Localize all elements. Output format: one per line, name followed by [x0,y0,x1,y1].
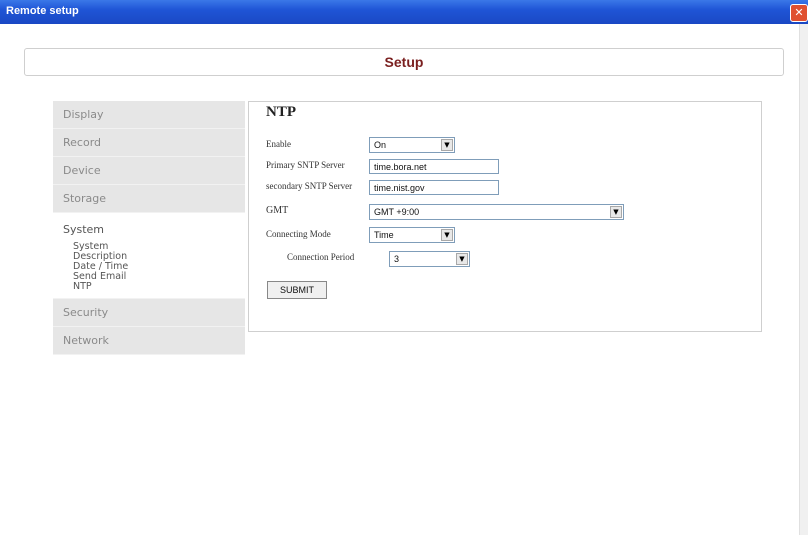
ntp-panel: NTP Enable On ▼ Primary SNTP Server time… [248,101,762,332]
vertical-scrollbar[interactable] [799,24,808,535]
primary-sntp-input[interactable]: time.bora.net [369,159,499,174]
page-title: Setup [384,54,424,70]
connecting-mode-select[interactable]: Time ▼ [369,227,455,243]
enable-select[interactable]: On ▼ [369,137,455,153]
secondary-sntp-input[interactable]: time.nist.gov [369,180,499,195]
chevron-down-icon: ▼ [456,253,468,265]
sidebar-item-network[interactable]: Network [53,327,245,355]
sidebar-item-security[interactable]: Security [53,299,245,327]
secondary-sntp-label: secondary SNTP Server [266,181,353,191]
sidebar-item-system[interactable]: System [63,223,245,236]
sidebar-item-display[interactable]: Display [53,101,245,129]
primary-sntp-label: Primary SNTP Server [266,160,345,170]
connection-period-value: 3 [394,254,400,264]
connection-period-label: Connection Period [287,252,355,262]
chevron-down-icon: ▼ [441,139,453,151]
connecting-mode-value: Time [374,230,394,240]
gmt-label: GMT [266,205,289,216]
connection-period-select[interactable]: 3 ▼ [389,251,470,267]
connecting-mode-label: Connecting Mode [266,229,331,239]
enable-value: On [374,140,387,150]
setup-header: Setup [24,48,784,76]
chevron-down-icon: ▼ [441,229,453,241]
sidebar-item-device[interactable]: Device [53,157,245,185]
gmt-value: GMT +9:00 [374,207,420,217]
chevron-down-icon: ▼ [610,206,622,218]
window-title: Remote setup [6,5,79,17]
title-bar: Remote setup ✕ [0,0,808,24]
sidebar: Display Record Device Storage System Sys… [53,101,245,355]
sidebar-item-record[interactable]: Record [53,129,245,157]
panel-title: NTP [266,104,296,120]
submit-button[interactable]: SUBMIT [267,281,327,299]
enable-label: Enable [266,139,291,149]
sidebar-subitem-ntp[interactable]: NTP [63,282,245,292]
close-icon[interactable]: ✕ [790,4,808,22]
gmt-select[interactable]: GMT +9:00 ▼ [369,204,624,220]
sidebar-section-system: System System Description Date / Time Se… [53,213,245,299]
sidebar-item-storage[interactable]: Storage [53,185,245,213]
